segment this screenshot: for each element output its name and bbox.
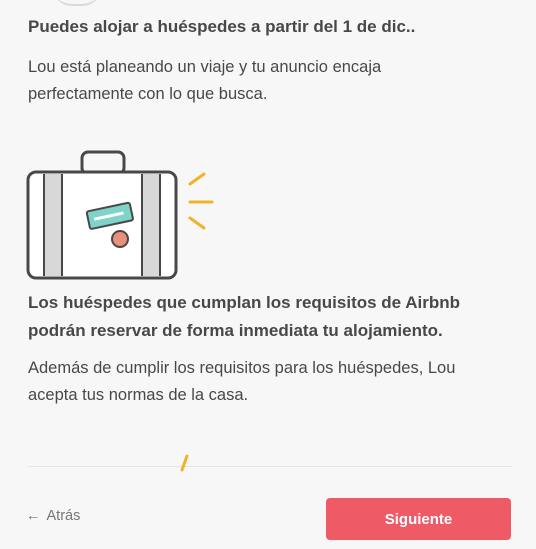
- sparkle-icon: [180, 454, 189, 472]
- arrow-left-icon: ←: [26, 508, 41, 524]
- availability-heading: Puedes alojar a huéspedes a partir del 1…: [28, 17, 416, 36]
- back-button[interactable]: ← Atrás: [26, 508, 80, 524]
- instant-book-heading: Los huéspedes que cumplan los requisitos…: [28, 293, 460, 340]
- next-button[interactable]: Siguiente: [326, 498, 511, 540]
- availability-description: Lou está planeando un viaje y tu anuncio…: [28, 58, 382, 103]
- divider: [28, 466, 512, 467]
- instant-book-description: Además de cumplir los requisitos para lo…: [28, 359, 456, 404]
- suitcase-icon: [26, 150, 214, 280]
- top-decoration: [52, 0, 102, 6]
- back-label: Atrás: [46, 508, 81, 524]
